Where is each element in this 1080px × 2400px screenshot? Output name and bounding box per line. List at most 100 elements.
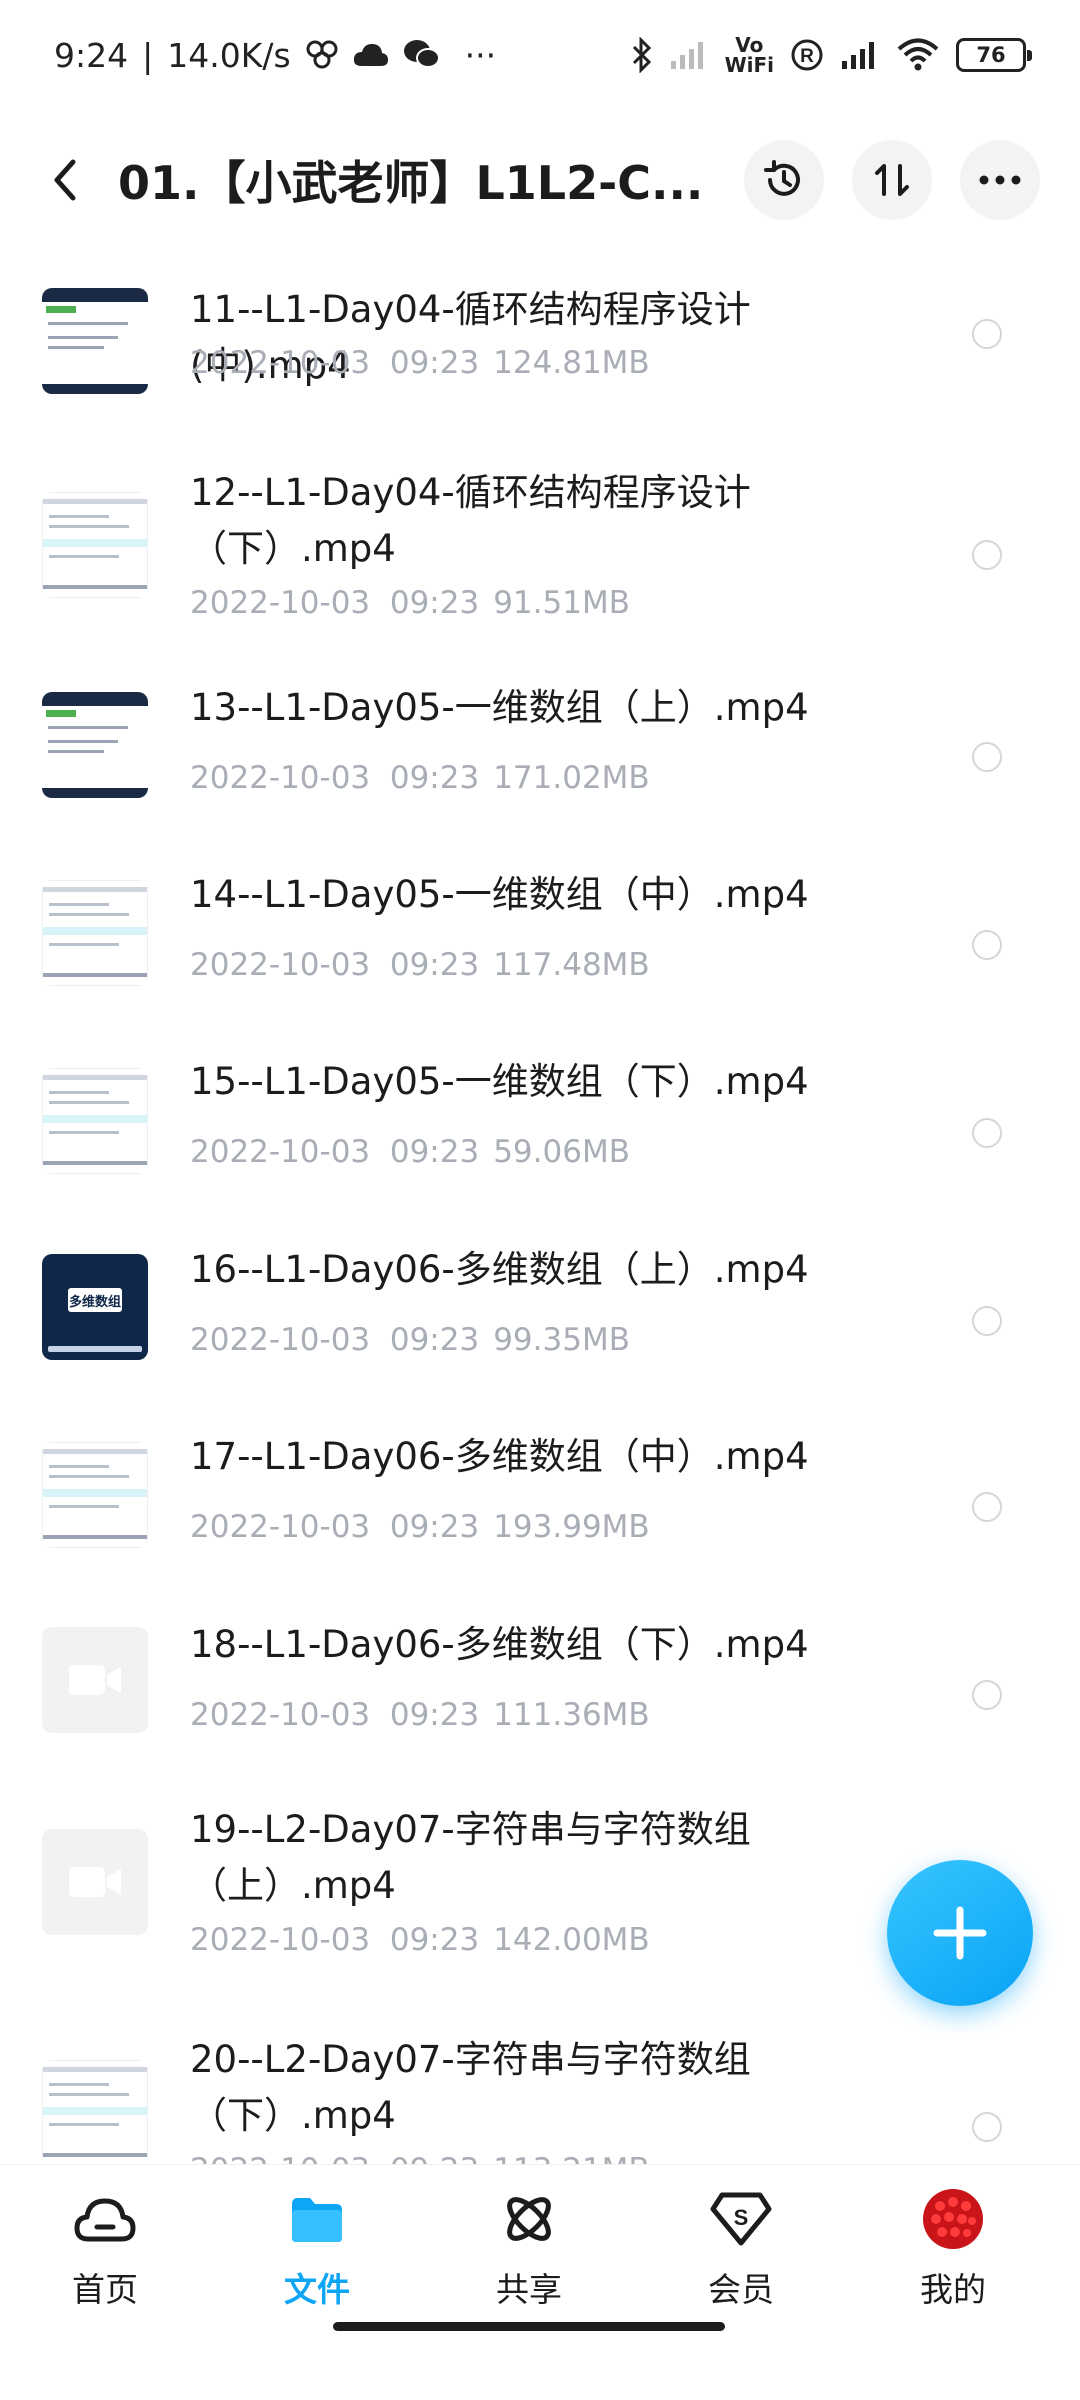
file-name[interactable]: 20--L2-Day07-字符串与字符数组（下）.mp4 [190,2032,910,2144]
roaming-icon: R [790,38,824,72]
signal-weak-icon [669,39,709,71]
file-name[interactable]: 13--L1-Day05-一维数组（上）.mp4 [190,680,910,736]
nav-label-share: 共享 [496,2270,562,2309]
select-checkbox[interactable] [972,930,1002,960]
status-separator: | [142,35,154,75]
file-date: 2022-10-03 09:23 [190,1697,480,1733]
select-checkbox[interactable] [972,2112,1002,2142]
nav-profile[interactable]: 我的 [878,2187,1028,2337]
video-thumbnail[interactable] [42,880,148,986]
file-size: 171.02MB [493,760,650,796]
file-size: 99.35MB [493,1322,630,1358]
file-name[interactable]: 16--L1-Day06-多维数组（上）.mp4 [190,1242,910,1298]
file-date: 2022-10-03 09:23 [190,585,480,621]
select-checkbox[interactable] [972,319,1002,349]
file-size: 111.36MB [493,1697,650,1733]
file-name[interactable]: 14--L1-Day05-一维数组（中）.mp4 [190,867,910,923]
more-icon [979,175,1021,185]
back-arrow-icon [54,159,76,201]
file-meta: 2022-10-03 09:23 99.35MB [190,1322,630,1358]
video-thumbnail[interactable] [42,1829,148,1935]
file-name[interactable]: 15--L1-Day05-一维数组（下）.mp4 [190,1054,910,1110]
vip-icon: S [709,2187,773,2251]
share-icon [497,2187,561,2251]
video-thumbnail[interactable]: 多维数组 [42,1254,148,1360]
nav-label-files: 文件 [284,2270,350,2309]
more-notifications: ··· [464,35,497,75]
file-size: 91.51MB [493,585,630,621]
add-button[interactable] [887,1860,1033,2006]
file-date: 2022-10-03 09:23 [190,345,480,381]
nav-share[interactable]: 共享 [454,2187,604,2337]
video-camera-icon [69,1665,121,1695]
back-button[interactable] [40,140,90,220]
sort-button[interactable] [852,140,932,220]
file-size: 193.99MB [493,1509,650,1545]
video-thumbnail[interactable] [42,492,148,598]
nav-vip[interactable]: S 会员 [666,2187,816,2337]
header: 01.【小武老师】L1L2-C... [0,110,1080,250]
file-meta: 2022-10-03 09:23 142.00MB [190,1922,650,1958]
page-title: 01.【小武老师】L1L2-C... [118,156,704,210]
thumb-slide-title: 多维数组 [68,1295,121,1310]
history-button[interactable] [744,140,824,220]
file-date: 2022-10-03 09:23 [190,1134,480,1170]
file-size: 142.00MB [493,1922,650,1958]
file-name[interactable]: 12--L1-Day04-循环结构程序设计（下）.mp4 [190,465,910,577]
battery-icon: 76 [956,38,1032,72]
video-thumbnail[interactable] [42,1627,148,1733]
file-date: 2022-10-03 09:23 [190,1922,480,1958]
nav-label-profile: 我的 [920,2270,986,2309]
cloud-notification-icon [353,42,389,68]
wechat-icon [403,39,441,71]
history-icon [764,160,800,196]
nav-label-home: 首页 [72,2270,138,2309]
select-checkbox[interactable] [972,1118,1002,1148]
svg-text:R: R [800,46,814,67]
file-date: 2022-10-03 09:23 [190,1322,480,1358]
more-button[interactable] [960,140,1040,220]
video-thumbnail[interactable] [42,1442,148,1548]
status-bar: 9:24 | 14.0K/s ··· Vo WiFi R 76 [0,0,1080,110]
file-date: 2022-10-03 09:23 [190,947,480,983]
select-checkbox[interactable] [972,1680,1002,1710]
home-indicator[interactable] [333,2322,725,2331]
plus-icon [933,1906,987,1960]
select-checkbox[interactable] [972,1306,1002,1336]
status-time: 9:24 [54,35,129,75]
signal-icon [840,39,880,71]
file-date: 2022-10-03 09:23 [190,760,480,796]
video-camera-icon [69,1867,121,1897]
bottom-nav: 首页 文件 共享 S 会员 我的 [0,2164,1080,2400]
video-thumbnail[interactable] [42,692,148,798]
file-meta: 2022-10-03 09:23 91.51MB [190,585,630,621]
nav-files[interactable]: 文件 [242,2187,392,2337]
file-meta: 2022-10-03 09:23 171.02MB [190,760,650,796]
file-name[interactable]: 17--L1-Day06-多维数组（中）.mp4 [190,1429,910,1485]
select-checkbox[interactable] [972,540,1002,570]
file-size: 59.06MB [493,1134,630,1170]
file-meta: 2022-10-03 09:23 117.48MB [190,947,650,983]
file-meta: 2022-10-03 09:23 59.06MB [190,1134,630,1170]
vowifi-indicator: Vo WiFi [724,33,774,77]
sort-icon [875,164,909,196]
file-name[interactable]: 18--L1-Day06-多维数组（下）.mp4 [190,1617,910,1673]
bluetooth-icon [631,37,653,73]
svg-text:S: S [734,2205,749,2230]
select-checkbox[interactable] [972,742,1002,772]
file-size: 124.81MB [493,345,650,381]
file-meta: 2022-10-03 09:23 124.81MB [190,345,650,381]
nav-home[interactable]: 首页 [30,2187,180,2337]
video-thumbnail[interactable] [42,1068,148,1174]
file-size: 117.48MB [493,947,650,983]
cloud-icon [73,2187,137,2251]
avatar-icon [921,2187,985,2251]
select-checkbox[interactable] [972,1492,1002,1522]
file-name[interactable]: 19--L2-Day07-字符串与字符数组（上）.mp4 [190,1802,910,1914]
video-thumbnail[interactable] [42,2060,148,2166]
app-notification-icon [305,40,339,70]
video-thumbnail[interactable] [42,288,148,394]
file-date: 2022-10-03 09:23 [190,1509,480,1545]
wifi-icon [896,38,940,72]
file-meta: 2022-10-03 09:23 193.99MB [190,1509,650,1545]
